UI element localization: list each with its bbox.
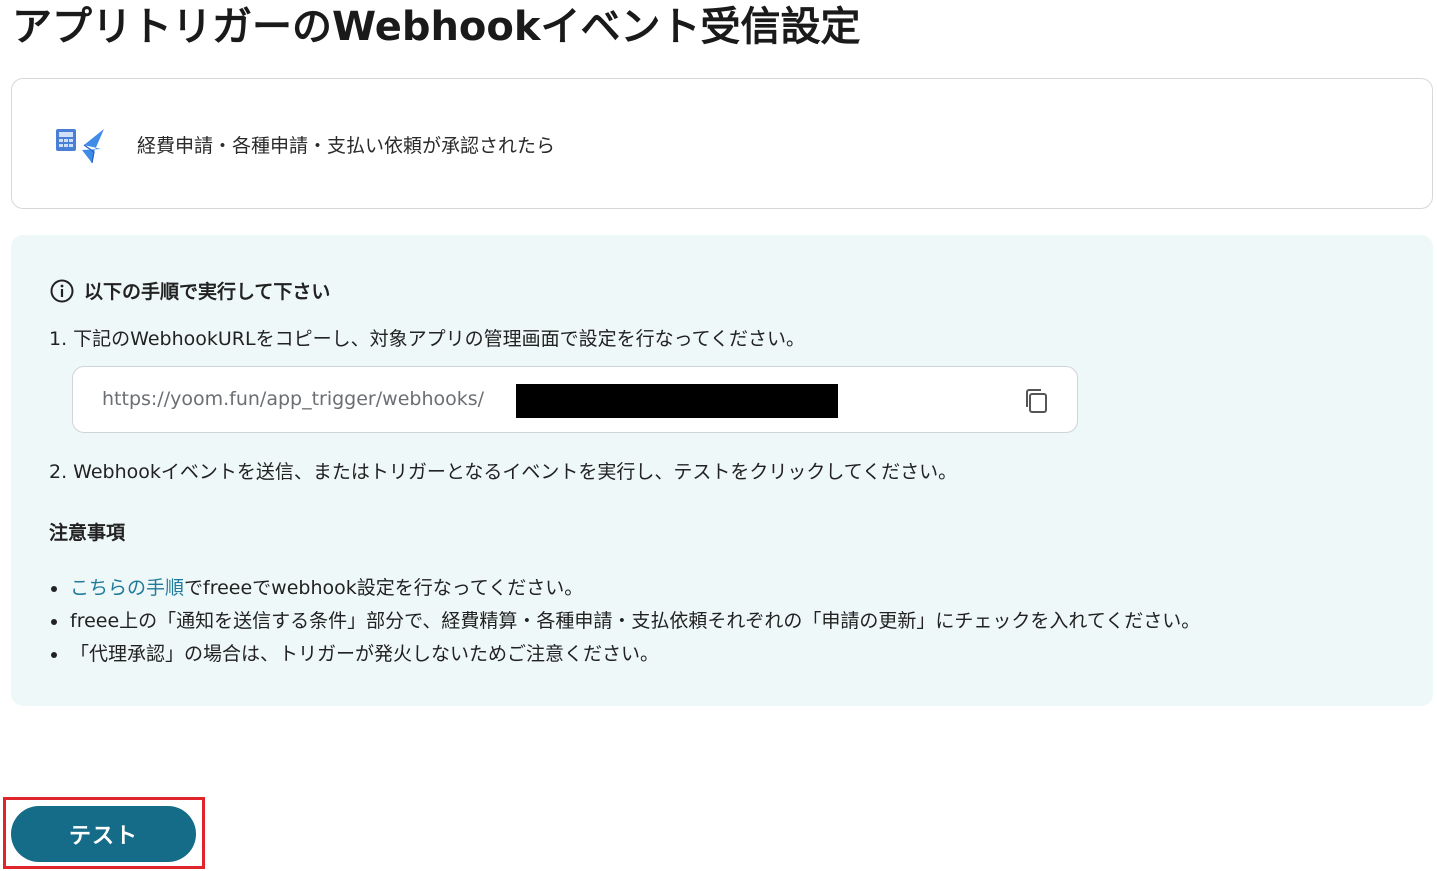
copy-icon[interactable] bbox=[1021, 386, 1051, 416]
note-item-3-text: 「代理承認」の場合は、トリガーが発火しないためご注意ください。 bbox=[70, 643, 660, 665]
note-item-1: こちらの手順でfreeeでwebhook設定を行なってください。 bbox=[49, 575, 1200, 608]
step-1-text: 1. 下記のWebhookURLをコピーし、対象アプリの管理画面で設定を行なって… bbox=[49, 328, 806, 350]
procedure-link[interactable]: こちらの手順 bbox=[70, 577, 184, 599]
webhook-settings-page: アプリトリガーのWebhookイベント受信設定 経費申請・各種申請・支払い依頼が… bbox=[0, 0, 1437, 871]
redacted-url-token bbox=[516, 384, 838, 418]
notes-title: 注意事項 bbox=[49, 522, 126, 544]
instructions-panel: 以下の手順で実行して下さい 1. 下記のWebhookURLをコピーし、対象アプ… bbox=[11, 235, 1433, 706]
note-item-1-text: でfreeeでwebhook設定を行なってください。 bbox=[184, 577, 584, 599]
note-item-3: 「代理承認」の場合は、トリガーが発火しないためご注意ください。 bbox=[49, 641, 1200, 674]
instructions-heading: 以下の手順で実行して下さい bbox=[49, 277, 330, 304]
trigger-label: 経費申請・各種申請・支払い依頼が承認されたら bbox=[137, 135, 556, 157]
info-icon bbox=[50, 279, 74, 302]
notes-list: こちらの手順でfreeeでwebhook設定を行なってください。 freee上の… bbox=[49, 575, 1200, 674]
page-title: アプリトリガーのWebhookイベント受信設定 bbox=[12, 4, 861, 50]
webhook-url-field[interactable]: https://yoom.fun/app_trigger/webhooks/ bbox=[72, 366, 1078, 433]
note-item-2-text: freee上の「通知を送信する条件」部分で、経費精算・各種申請・支払依頼それぞれ… bbox=[70, 610, 1201, 632]
webhook-url-text[interactable]: https://yoom.fun/app_trigger/webhooks/ bbox=[102, 388, 484, 410]
step-2-text: 2. Webhookイベントを送信、またはトリガーとなるイベントを実行し、テスト… bbox=[49, 461, 958, 483]
instructions-heading-text: 以下の手順で実行して下さい bbox=[84, 281, 331, 303]
note-item-2: freee上の「通知を送信する条件」部分で、経費精算・各種申請・支払依頼それぞれ… bbox=[49, 608, 1200, 641]
test-button[interactable]: テスト bbox=[11, 806, 196, 862]
trigger-card: 経費申請・各種申請・支払い依頼が承認されたら bbox=[11, 78, 1433, 209]
freee-app-icon bbox=[56, 129, 104, 164]
